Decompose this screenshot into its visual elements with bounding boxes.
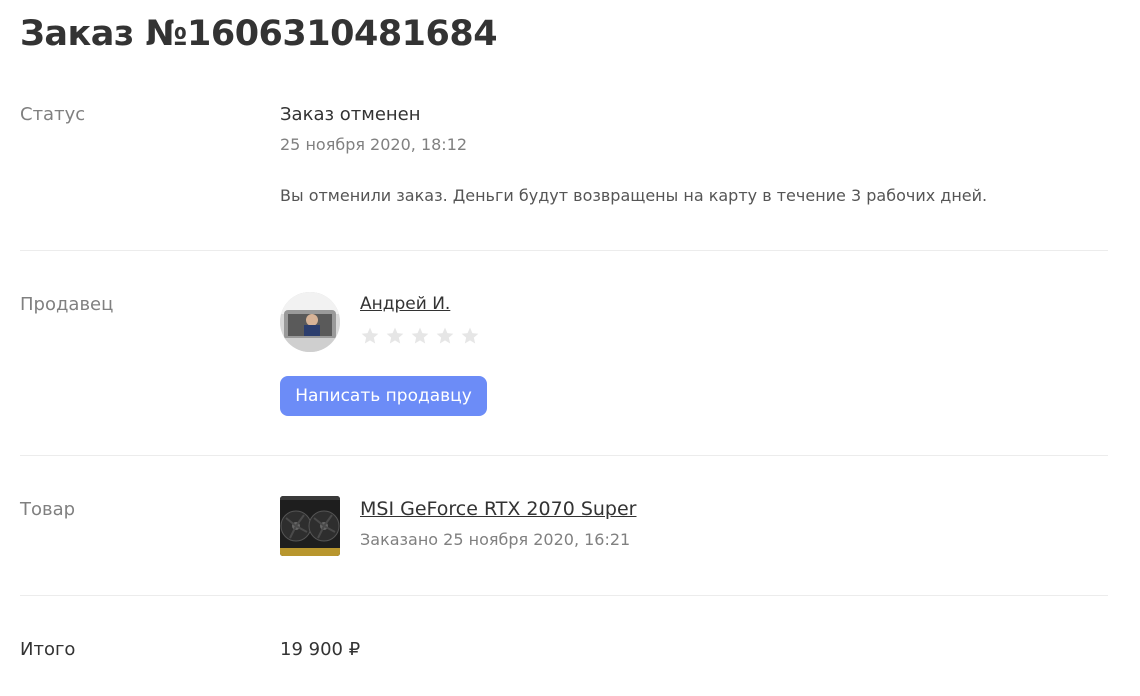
avatar-photo-icon <box>280 292 340 352</box>
star-icon <box>461 327 479 344</box>
divider <box>20 250 1108 251</box>
status-section: Статус Заказ отменен 25 ноября 2020, 18:… <box>20 104 1108 234</box>
product-name-link[interactable]: MSI GeForce RTX 2070 Super <box>360 498 637 520</box>
seller-rating <box>360 326 480 346</box>
star-icon <box>436 327 454 344</box>
seller-name-link[interactable]: Андрей И. <box>360 294 450 314</box>
product-thumbnail[interactable] <box>280 496 340 556</box>
status-title: Заказ отменен <box>280 104 421 125</box>
contact-seller-button[interactable]: Написать продавцу <box>280 376 487 416</box>
divider <box>20 595 1108 596</box>
page-title: Заказ №1606310481684 <box>20 14 498 54</box>
total-section: Итого 19 900 ₽ <box>20 639 1108 669</box>
graphics-card-icon <box>280 496 340 556</box>
seller-label: Продавец <box>20 294 114 315</box>
status-date: 25 ноября 2020, 18:12 <box>280 135 468 154</box>
status-content: Заказ отменен 25 ноября 2020, 18:12 Вы о… <box>280 104 987 205</box>
seller-content: Андрей И. Написать продавцу <box>280 292 880 432</box>
star-icon <box>411 327 429 344</box>
product-ordered-date: Заказано 25 ноября 2020, 16:21 <box>360 530 631 549</box>
product-label: Товар <box>20 499 76 520</box>
seller-section: Продавец Андрей И. Написать продавцу <box>20 292 1108 432</box>
status-label: Статус <box>20 104 86 125</box>
star-icon <box>386 327 404 344</box>
total-content: 19 900 ₽ <box>280 639 360 660</box>
status-message: Вы отменили заказ. Деньги будут возвраще… <box>280 186 988 205</box>
divider <box>20 455 1108 456</box>
total-value: 19 900 ₽ <box>280 639 361 660</box>
product-content: MSI GeForce RTX 2070 Super Заказано 25 н… <box>280 496 880 556</box>
total-label: Итого <box>20 639 76 660</box>
star-icon <box>361 327 379 344</box>
product-section: Товар MSI GeForce RTX 2070 Super Заказан… <box>20 496 1108 566</box>
seller-avatar[interactable] <box>280 292 340 352</box>
